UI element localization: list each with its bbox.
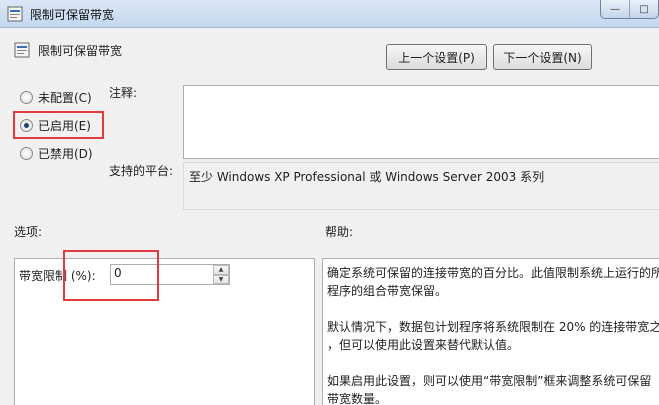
policy-icon <box>7 6 23 22</box>
spin-down-icon[interactable]: ▼ <box>213 274 229 284</box>
radio-unchecked-icon <box>20 91 33 104</box>
platform-label: 支持的平台: <box>109 164 174 178</box>
platform-value: 至少 Windows XP Professional 或 Windows Ser… <box>189 170 545 184</box>
left-margin <box>0 258 14 405</box>
help-line: ，但可以使用此设置来替代默认值。 <box>327 338 520 352</box>
highlight-box-bandwidth <box>63 250 159 301</box>
help-line: 默认情况下，数据包计划程序将系统限制在 20% 的连接带宽之 <box>327 320 659 334</box>
radio-unchecked-icon <box>20 147 33 160</box>
help-line: 带宽数量。 <box>327 392 388 405</box>
radio-disabled[interactable]: 已禁用(D) <box>20 145 93 162</box>
panel-gap <box>315 258 322 405</box>
minimize-button[interactable]: — <box>601 0 630 18</box>
radio-label: 已禁用(D) <box>38 147 93 161</box>
help-label: 帮助: <box>325 225 354 239</box>
spin-up-icon[interactable]: ▲ <box>213 265 229 275</box>
help-line: 如果启用此设置，则可以使用“带宽限制”框来调整系统可保留 <box>327 374 652 388</box>
help-line: 程序的组合带宽保留。 <box>327 284 448 298</box>
window-title: 限制可保留带宽 <box>30 8 115 22</box>
bandwidth-spinner: ▲ ▼ <box>213 265 229 284</box>
next-setting-button[interactable]: 下一个设置(N) <box>493 44 592 70</box>
setting-title: 限制可保留带宽 <box>38 44 123 58</box>
help-line: 确定系统可保留的连接带宽的百分比。此值限制系统上运行的所 <box>327 266 659 280</box>
comment-label: 注释: <box>109 86 138 100</box>
highlight-box-enabled <box>13 111 104 139</box>
window-controls: — □ <box>600 0 659 19</box>
radio-label: 未配置(C) <box>38 91 92 105</box>
comment-textarea[interactable] <box>183 85 659 159</box>
previous-setting-button[interactable]: 上一个设置(P) <box>386 44 487 70</box>
radio-not-configured[interactable]: 未配置(C) <box>20 89 92 106</box>
maximize-button[interactable]: □ <box>630 0 658 18</box>
help-panel: 确定系统可保留的连接带宽的百分比。此值限制系统上运行的所 程序的组合带宽保留。 … <box>322 258 659 405</box>
help-text: 确定系统可保留的连接带宽的百分比。此值限制系统上运行的所 程序的组合带宽保留。 … <box>327 264 659 405</box>
policy-setting-icon <box>14 42 30 58</box>
options-label: 选项: <box>14 225 43 239</box>
